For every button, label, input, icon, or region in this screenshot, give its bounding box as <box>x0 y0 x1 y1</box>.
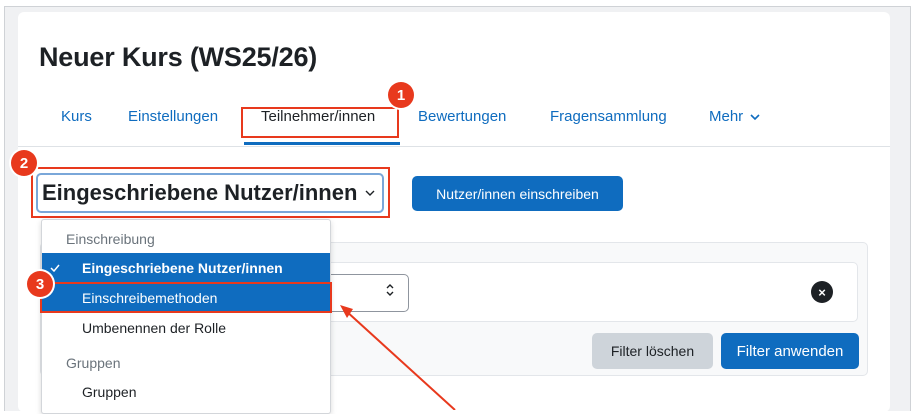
annotation-arrow <box>340 305 456 410</box>
